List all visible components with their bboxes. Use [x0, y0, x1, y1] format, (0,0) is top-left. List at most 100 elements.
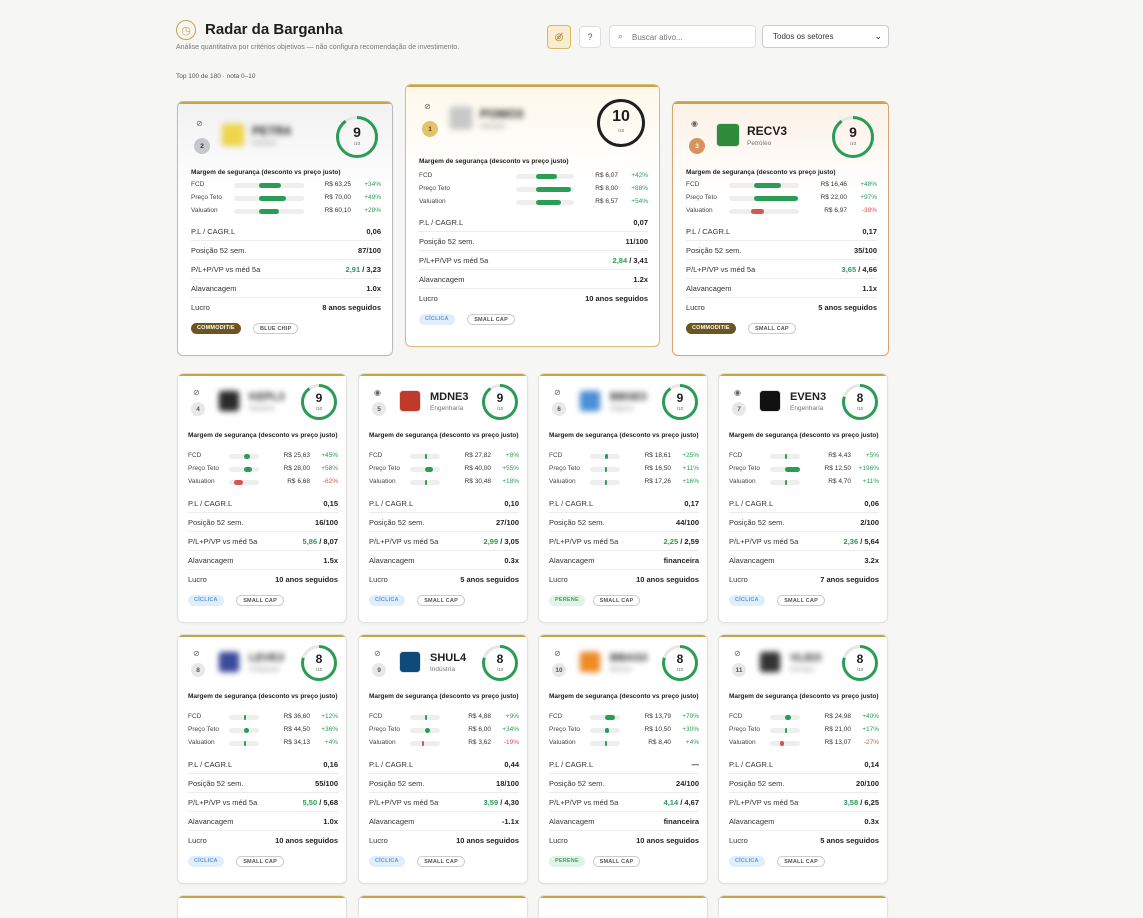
rank-badge: 9: [372, 663, 386, 677]
stat-label: Lucro: [419, 294, 438, 303]
eye-icon[interactable]: ◉: [374, 388, 381, 397]
stat-label: P/L+P/VP vs méd 5a: [188, 798, 258, 807]
tag-cclica: CÍCLICA: [369, 856, 405, 867]
stat-label: Posição 52 sem.: [369, 779, 425, 788]
margin-label: Valuation: [549, 478, 576, 485]
tag-smallcap: SMALL CAP: [236, 856, 284, 867]
stat-label: P/L+P/VP vs méd 5a: [549, 537, 619, 546]
stat-label: Posição 52 sem.: [549, 779, 605, 788]
asset-card[interactable]: [718, 895, 888, 918]
margin-price: R$ 12,50: [824, 465, 851, 472]
stat-label: P.L / CAGR.L: [369, 499, 414, 508]
tag-perene: PERENE: [549, 856, 585, 867]
eye-off-icon[interactable]: ⊘: [554, 649, 561, 658]
ticker: RECV3: [747, 124, 788, 138]
score-denominator: /10: [496, 666, 504, 672]
stat-label: P/L+P/VP vs méd 5a: [686, 265, 756, 274]
search-input[interactable]: [632, 30, 752, 44]
margin-price: R$ 4,88: [468, 713, 491, 720]
eye-off-icon[interactable]: ⊘: [734, 649, 741, 658]
stat-row-pl: P.L / CAGR.L 0,15: [188, 494, 338, 513]
margin-price: R$ 10,50: [644, 726, 671, 733]
stat-row-pl: P.L / CAGR.L 0,16: [188, 755, 338, 774]
company-logo: [579, 651, 601, 673]
company-logo: [399, 651, 421, 673]
stat-label: Alavancagem: [369, 817, 415, 826]
company-logo: [759, 651, 781, 673]
help-button[interactable]: ?: [579, 26, 601, 48]
asset-card[interactable]: ⊘ 6 BBSE3 Seguros 9/10 Margem de segurança (d…: [538, 373, 708, 623]
margin-price: R$ 60,10: [324, 207, 351, 214]
asset-card[interactable]: ◉ 5 MDNE3 Engenharia 9/10 Margem de segurança…: [358, 373, 528, 623]
page-subtitle: Análise quantitativa por critérios objet…: [176, 44, 460, 51]
margin-price: R$ 22,00: [820, 194, 847, 201]
ticker: LEVE3: [249, 652, 284, 664]
asset-card[interactable]: ⊘ 11 VLID3 Serviços 8/10 Margem de segurança …: [718, 634, 888, 884]
asset-card[interactable]: [538, 895, 708, 918]
asset-card[interactable]: ◉ 7 EVEN3 Engenharia 8/10 Margem de segurança…: [718, 373, 888, 623]
margin-row-fcd: FCD R$ 4,43 +5%: [729, 451, 879, 461]
asset-card[interactable]: ⊘ 9 SHUL4 Indústria 8/10 Margem de segurança …: [358, 634, 528, 884]
stat-label: P/L+P/VP vs méd 5a: [729, 537, 799, 546]
margin-label: Preço Teto: [549, 726, 580, 733]
stat-label: Posição 52 sem.: [549, 518, 605, 527]
asset-card[interactable]: ⊘ 2 PETR4 Petróleo 9/10 Margem de segurança (…: [177, 101, 393, 356]
card-top-line: [539, 635, 707, 637]
margin-bar: [409, 714, 440, 720]
asset-card[interactable]: ◉ 3 RECV3 Petróleo 9/10 Margem de segurança (…: [672, 101, 889, 356]
margin-price: R$ 6,57: [595, 198, 618, 205]
margin-bar: [228, 479, 259, 485]
margin-percent: -62%: [322, 478, 338, 485]
stat-row-plvp: P/L+P/VP vs méd 5a 3,65 / 4,66: [686, 260, 877, 279]
eye-off-icon[interactable]: ⊘: [424, 102, 431, 111]
eye-off-icon[interactable]: ⊘: [193, 388, 200, 397]
asset-card[interactable]: ⊘ 10 BBAS3 Bancos 8/10 Margem de segurança (d…: [538, 634, 708, 884]
company-logo: [399, 390, 421, 412]
eye-off-icon[interactable]: ⊘: [374, 649, 381, 658]
stat-row-lucro: Lucro 8 anos seguidos: [191, 298, 381, 317]
margin-label: FCD: [729, 713, 743, 720]
search-box[interactable]: ⌕: [609, 25, 756, 48]
company-logo: [221, 123, 245, 147]
margin-price: R$ 36,60: [283, 713, 310, 720]
asset-card[interactable]: ⊘ 4 KEPL3 Indústria 9/10 Margem de segurança …: [177, 373, 347, 623]
margin-price: R$ 6,97: [824, 207, 847, 214]
eye-off-icon[interactable]: ⊘: [554, 388, 561, 397]
asset-card[interactable]: ⊘ 1 POMO3 Indústria 10/10 Margem de segurança…: [405, 84, 660, 347]
margin-bar-fill: [258, 195, 287, 201]
rank-badge: 1: [422, 121, 438, 137]
asset-card[interactable]: ⊘ 8 LEVE3 Autopeças 8/10 Margem de segurança …: [177, 634, 347, 884]
toggle-hidden-button[interactable]: ◎̸: [547, 25, 571, 49]
margin-percent: +48%: [860, 181, 877, 188]
rank-badge: 3: [689, 138, 705, 154]
score-ring: 9/10: [300, 383, 338, 421]
margin-heading: Margem de segurança (desconto vs preço j…: [191, 169, 341, 176]
stat-label: P/L+P/VP vs méd 5a: [188, 537, 258, 546]
eye-off-icon[interactable]: ⊘: [193, 649, 200, 658]
stat-label: Posição 52 sem.: [419, 237, 475, 246]
eye-icon[interactable]: ◉: [734, 388, 741, 397]
eye-icon[interactable]: ◉: [691, 119, 698, 128]
score-denominator: /10: [353, 141, 361, 147]
stat-row-pos52: Posição 52 sem. 24/100: [549, 774, 699, 793]
asset-card[interactable]: [358, 895, 528, 918]
margin-row-fcd: FCD R$ 24,98 +40%: [729, 712, 879, 722]
margin-percent: +28%: [364, 207, 381, 214]
margin-bar: [769, 740, 800, 746]
margin-bar: [769, 479, 800, 485]
tag-smallcap: SMALL CAP: [777, 595, 825, 606]
eye-off-icon[interactable]: ⊘: [196, 119, 203, 128]
margin-price: R$ 16,50: [644, 465, 671, 472]
margin-label: FCD: [369, 452, 383, 459]
stat-row-pl: P.L / CAGR.L 0,07: [419, 213, 648, 232]
margin-bar-fill: [604, 479, 607, 485]
margin-label: Preço Teto: [419, 185, 450, 192]
margin-label: Preço Teto: [369, 465, 400, 472]
stat-label: Alavancagem: [686, 284, 732, 293]
stat-value: 3,59 / 4,30: [484, 798, 519, 807]
margin-label: FCD: [686, 181, 700, 188]
asset-card[interactable]: [177, 895, 347, 918]
margin-heading: Margem de segurança (desconto vs preço j…: [419, 158, 569, 165]
sector-label: Engenharia: [430, 405, 464, 412]
sector-select[interactable]: Todos os setores ⌄: [762, 25, 889, 48]
